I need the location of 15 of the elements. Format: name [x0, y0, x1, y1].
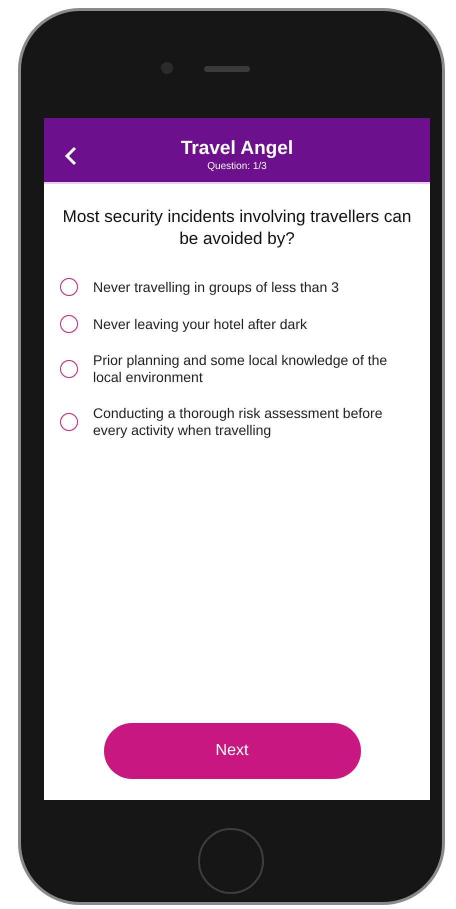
- next-button[interactable]: Next: [104, 723, 360, 779]
- chevron-left-icon: [64, 146, 78, 166]
- radio-button[interactable]: [60, 360, 78, 378]
- radio-button[interactable]: [60, 315, 78, 333]
- back-button[interactable]: [64, 146, 78, 166]
- radio-button[interactable]: [60, 278, 78, 296]
- app-title: Travel Angel: [180, 138, 294, 160]
- speaker-icon: [204, 66, 250, 72]
- option-label[interactable]: Never leaving your hotel after dark: [93, 316, 307, 332]
- question-counter: Question: 1/3: [207, 160, 267, 174]
- option-label[interactable]: Prior planning and some local knowledge of the local environment: [93, 352, 416, 386]
- question-text: Most security incidents involving travellers can be avoided by?: [62, 206, 412, 250]
- option-label[interactable]: Never travelling in groups of less than 3: [93, 278, 339, 296]
- option-label[interactable]: Conducting a thorough risk assessment before every activity when travelling: [93, 405, 416, 439]
- radio-button[interactable]: [60, 413, 78, 431]
